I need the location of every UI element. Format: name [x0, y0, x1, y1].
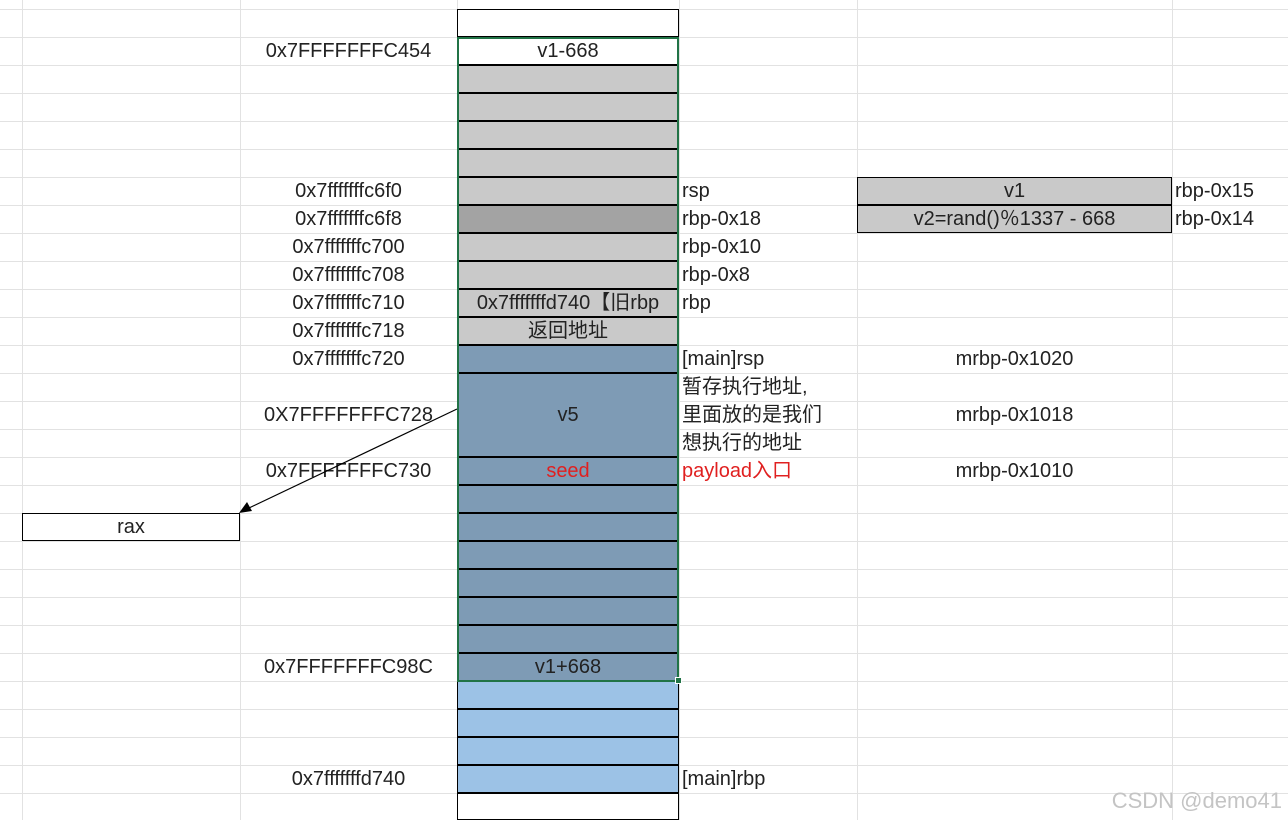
spreadsheet-sheet: v1-668 0x7fffffffd740【旧rbp 返回地址 v5 seed …	[0, 0, 1288, 820]
watermark: CSDN @demo41	[1111, 788, 1282, 813]
arrow-line	[248, 408, 458, 509]
arrow-head	[239, 502, 252, 513]
pointer-arrow	[239, 408, 458, 513]
fill-handle[interactable]	[675, 677, 682, 684]
